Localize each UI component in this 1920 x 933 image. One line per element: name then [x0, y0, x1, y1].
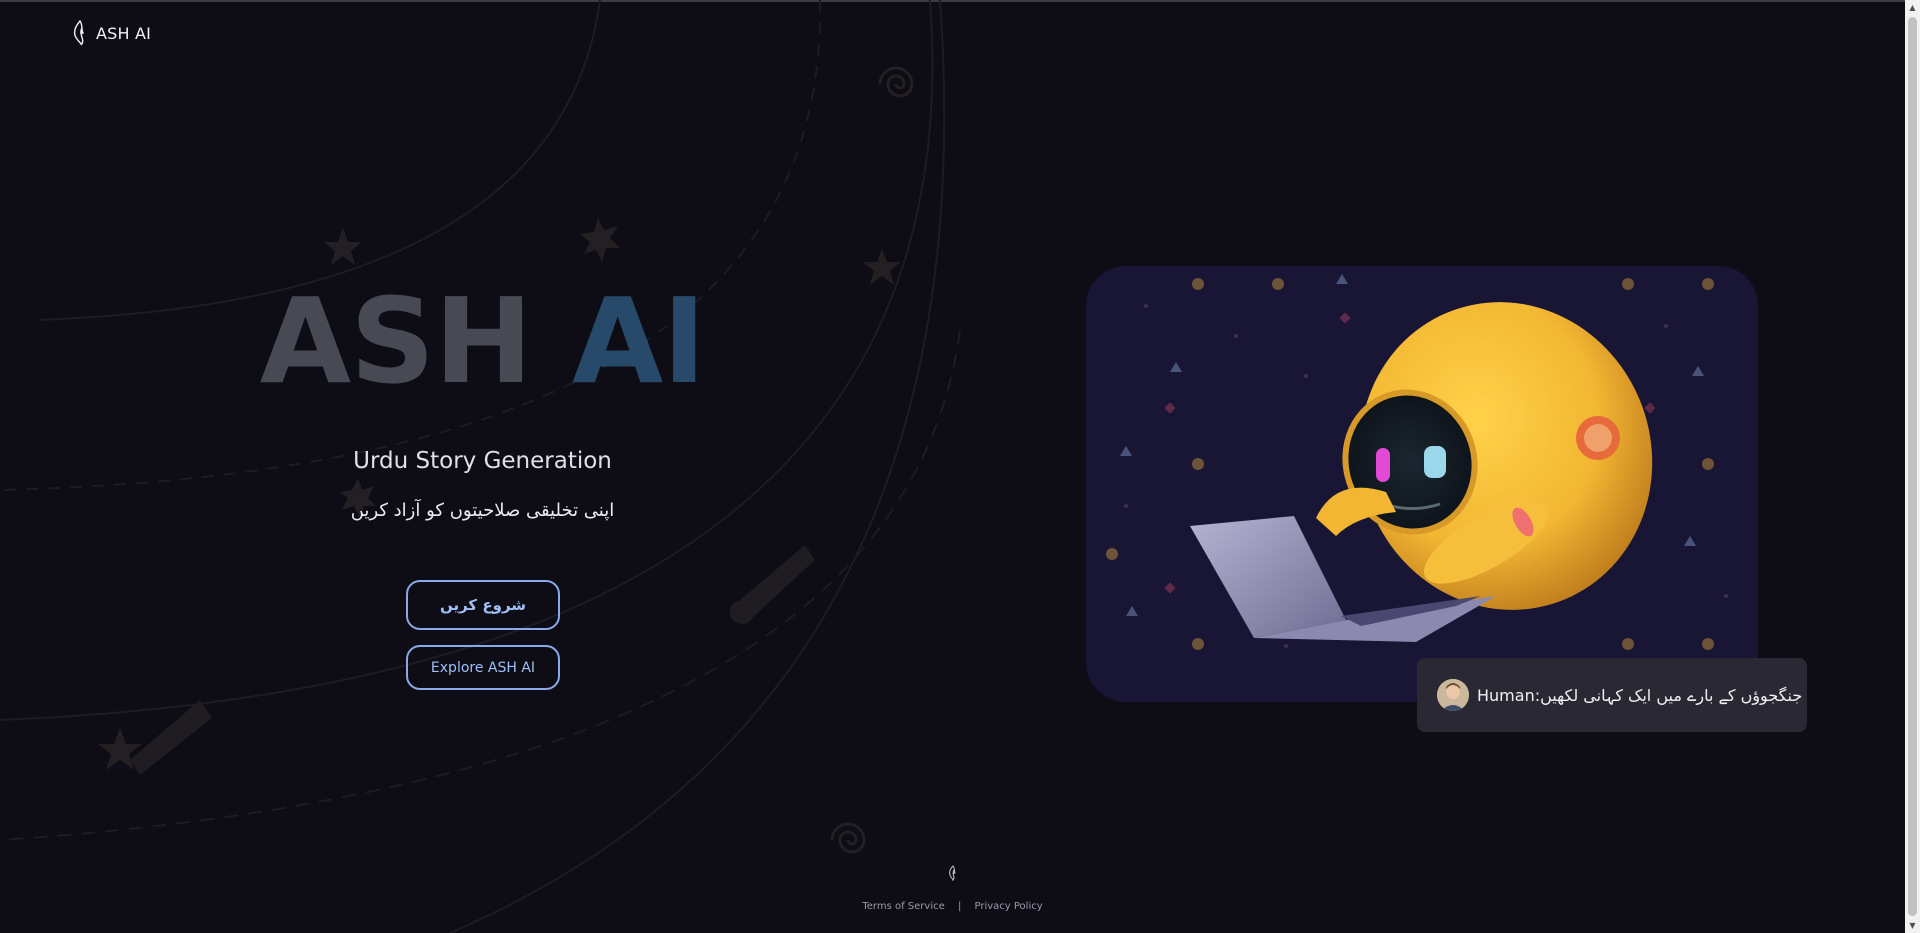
- privacy-policy-link[interactable]: Privacy Policy: [975, 901, 1043, 912]
- hero-tagline: اپنی تخلیقی صلاحیتوں کو آزاد کریں: [350, 500, 615, 521]
- footer-separator: |: [957, 901, 962, 912]
- landing-page: ASH AI ASH AI Urdu Story Generation اپنی…: [0, 0, 1920, 933]
- scroll-up-arrow-icon[interactable]: ▲: [1905, 0, 1920, 15]
- scrollbar-thumb[interactable]: [1908, 17, 1917, 916]
- start-button[interactable]: شروع کریں: [406, 580, 560, 630]
- hero-illustration: [1086, 266, 1758, 702]
- footer-logo-icon: [949, 865, 956, 881]
- hero-title: ASH AI: [0, 282, 965, 400]
- prompt-bubble: Human:جنگجوؤں کے بارے میں ایک کہانی لکھی…: [1417, 658, 1807, 732]
- robot-laptop-illustration: [1086, 266, 1758, 702]
- hero-subtitle: Urdu Story Generation: [353, 448, 612, 474]
- hero-title-word-ash: ASH: [259, 272, 533, 410]
- footer-links: Terms of Service | Privacy Policy: [0, 901, 1905, 912]
- top-border: [0, 0, 1920, 2]
- brand[interactable]: ASH AI: [70, 20, 151, 46]
- explore-button[interactable]: Explore ASH AI: [406, 645, 560, 690]
- brand-name: ASH AI: [96, 23, 152, 43]
- scrollbar[interactable]: ▲ ▼: [1905, 0, 1920, 933]
- flame-logo-icon: [73, 20, 84, 46]
- user-avatar-icon: [1437, 679, 1469, 711]
- scroll-down-arrow-icon[interactable]: ▼: [1905, 918, 1920, 933]
- hero-title-word-ai: AI: [571, 272, 706, 410]
- prompt-text: Human:جنگجوؤں کے بارے میں ایک کہانی لکھی…: [1477, 685, 1803, 705]
- terms-of-service-link[interactable]: Terms of Service: [862, 901, 944, 912]
